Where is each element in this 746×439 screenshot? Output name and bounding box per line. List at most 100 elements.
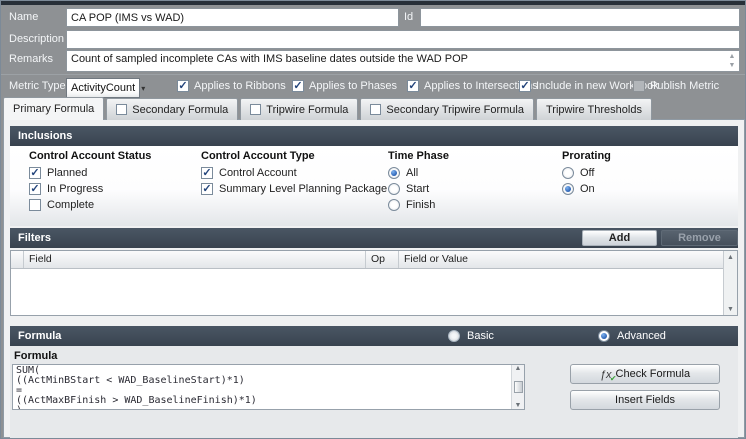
column-header-field[interactable]: Field — [24, 251, 366, 268]
checkbox-icon[interactable] — [519, 80, 531, 92]
id-input[interactable] — [420, 8, 740, 27]
checkbox-icon[interactable] — [29, 167, 41, 179]
remarks-scrollbar[interactable]: ▲ ▼ — [725, 51, 739, 71]
remarks-field[interactable]: Count of sampled incomplete CAs with IMS… — [66, 50, 740, 72]
metric-type-dropdown[interactable]: ActivityCount ▾ — [66, 78, 140, 98]
group-control-account-status: Control Account Status Planned In Progre… — [29, 150, 151, 214]
name-input[interactable] — [66, 8, 399, 27]
window-top-border — [1, 1, 745, 5]
scroll-down-icon[interactable]: ▼ — [727, 303, 734, 315]
scroll-up-icon[interactable]: ▲ — [515, 365, 522, 372]
tab-checkbox-icon[interactable] — [116, 104, 127, 115]
tab-checkbox-icon[interactable] — [250, 104, 261, 115]
metric-type-row: Metric Type ActivityCount ▾ Applies to R… — [1, 76, 745, 97]
inclusions-body: Control Account Status Planned In Progre… — [10, 146, 738, 226]
checkbox-icon[interactable] — [292, 80, 304, 92]
tab-primary-formula[interactable]: Primary Formula — [3, 97, 104, 120]
formula-mode-advanced[interactable]: Advanced — [598, 330, 666, 342]
radio-icon[interactable] — [598, 330, 610, 342]
checkbox-icon[interactable] — [633, 80, 645, 92]
checkbox-icon[interactable] — [177, 80, 189, 92]
tab-checkbox-icon[interactable] — [370, 104, 381, 115]
form-separator — [1, 74, 745, 75]
description-input[interactable] — [66, 30, 740, 49]
formula-editor[interactable]: SUM( ((ActMinBStart < WAD_BaselineStart)… — [12, 364, 525, 410]
option-all[interactable]: All — [388, 166, 449, 180]
tab-label: Secondary Tripwire Formula — [386, 104, 524, 116]
flag-publish-metric[interactable]: Publish Metric — [633, 80, 719, 92]
tab-label: Secondary Formula — [132, 104, 228, 116]
fx-check-icon: ƒx✔ — [600, 368, 612, 381]
flag-label: Applies to Ribbons — [194, 80, 286, 92]
option-start[interactable]: Start — [388, 182, 449, 196]
option-planned[interactable]: Planned — [29, 166, 151, 180]
option-on[interactable]: On — [562, 182, 611, 196]
tab-tripwire-thresholds[interactable]: Tripwire Thresholds — [536, 98, 652, 120]
flag-label: Applies to Phases — [309, 80, 397, 92]
remarks-text: Count of sampled incomplete CAs with IMS… — [71, 53, 723, 65]
option-control-account[interactable]: Control Account — [201, 166, 387, 180]
group-title: Time Phase — [388, 150, 449, 162]
scroll-up-icon[interactable]: ▲ — [727, 251, 734, 263]
radio-icon[interactable] — [388, 167, 400, 179]
scroll-up-icon[interactable]: ▲ — [729, 53, 736, 60]
option-complete[interactable]: Complete — [29, 198, 151, 212]
scroll-down-icon[interactable]: ▼ — [515, 402, 522, 409]
checkbox-icon[interactable] — [407, 80, 419, 92]
primary-formula-panel: Inclusions Control Account Status Planne… — [3, 119, 745, 438]
scrollbar-thumb[interactable] — [514, 381, 523, 393]
filters-grid-header: Field Op Field or Value — [11, 251, 737, 269]
tab-secondary-formula[interactable]: Secondary Formula — [106, 98, 238, 120]
remove-filter-button[interactable]: Remove — [661, 230, 738, 246]
radio-icon[interactable] — [562, 183, 574, 195]
formula-header: Formula Basic Advanced — [10, 326, 738, 346]
inclusions-header: Inclusions — [10, 126, 738, 146]
flag-label: Publish Metric — [650, 80, 719, 92]
radio-icon[interactable] — [388, 199, 400, 211]
option-finish[interactable]: Finish — [388, 198, 449, 212]
inclusions-title: Inclusions — [18, 130, 72, 142]
group-prorating: Prorating Off On — [562, 150, 611, 198]
formula-body: Formula SUM( ((ActMinBStart < WAD_Baseli… — [10, 346, 738, 439]
checkbox-icon[interactable] — [201, 183, 213, 195]
column-header-op[interactable]: Op — [366, 251, 399, 268]
name-label: Name — [9, 11, 38, 23]
column-header-field-or-value[interactable]: Field or Value — [399, 251, 737, 268]
metric-editor-window: Name Id Description Remarks Count of sam… — [0, 0, 746, 439]
radio-icon[interactable] — [448, 330, 460, 342]
option-off[interactable]: Off — [562, 166, 611, 180]
row-selector-gutter — [11, 251, 24, 268]
scroll-down-icon[interactable]: ▼ — [729, 62, 736, 69]
filters-scrollbar[interactable]: ▲ ▼ — [723, 251, 737, 315]
tab-secondary-tripwire-formula[interactable]: Secondary Tripwire Formula — [360, 98, 534, 120]
checkbox-icon[interactable] — [29, 199, 41, 211]
formula-mode-basic[interactable]: Basic — [448, 330, 494, 342]
formula-tabs: Primary Formula Secondary Formula Tripwi… — [3, 97, 652, 120]
option-summary-level-planning-package[interactable]: Summary Level Planning Package — [201, 182, 387, 196]
group-title: Control Account Status — [29, 150, 151, 162]
insert-fields-button[interactable]: Insert Fields — [570, 390, 720, 410]
group-time-phase: Time Phase All Start Finish — [388, 150, 449, 214]
check-formula-button[interactable]: ƒx✔ Check Formula — [570, 364, 720, 384]
radio-icon[interactable] — [388, 183, 400, 195]
radio-icon[interactable] — [562, 167, 574, 179]
id-label: Id — [404, 11, 413, 23]
remarks-label: Remarks — [9, 53, 53, 65]
checkbox-icon[interactable] — [201, 167, 213, 179]
filters-title: Filters — [18, 232, 51, 244]
description-label: Description — [9, 33, 64, 45]
tab-tripwire-formula[interactable]: Tripwire Formula — [240, 98, 358, 120]
filters-header: Filters Add Remove — [10, 228, 738, 248]
metric-type-value: ActivityCount — [71, 82, 135, 94]
tab-label: Tripwire Thresholds — [546, 104, 642, 116]
checkbox-icon[interactable] — [29, 183, 41, 195]
flag-applies-to-phases[interactable]: Applies to Phases — [292, 80, 397, 92]
group-control-account-type: Control Account Type Control Account Sum… — [201, 150, 387, 198]
tab-label: Tripwire Formula — [266, 104, 348, 116]
option-in-progress[interactable]: In Progress — [29, 182, 151, 196]
filters-grid: Field Op Field or Value ▲ ▼ — [10, 250, 738, 316]
tab-label: Primary Formula — [13, 103, 94, 115]
flag-applies-to-ribbons[interactable]: Applies to Ribbons — [177, 80, 286, 92]
formula-scrollbar[interactable]: ▲ ▼ — [511, 365, 524, 409]
add-filter-button[interactable]: Add — [582, 230, 657, 246]
